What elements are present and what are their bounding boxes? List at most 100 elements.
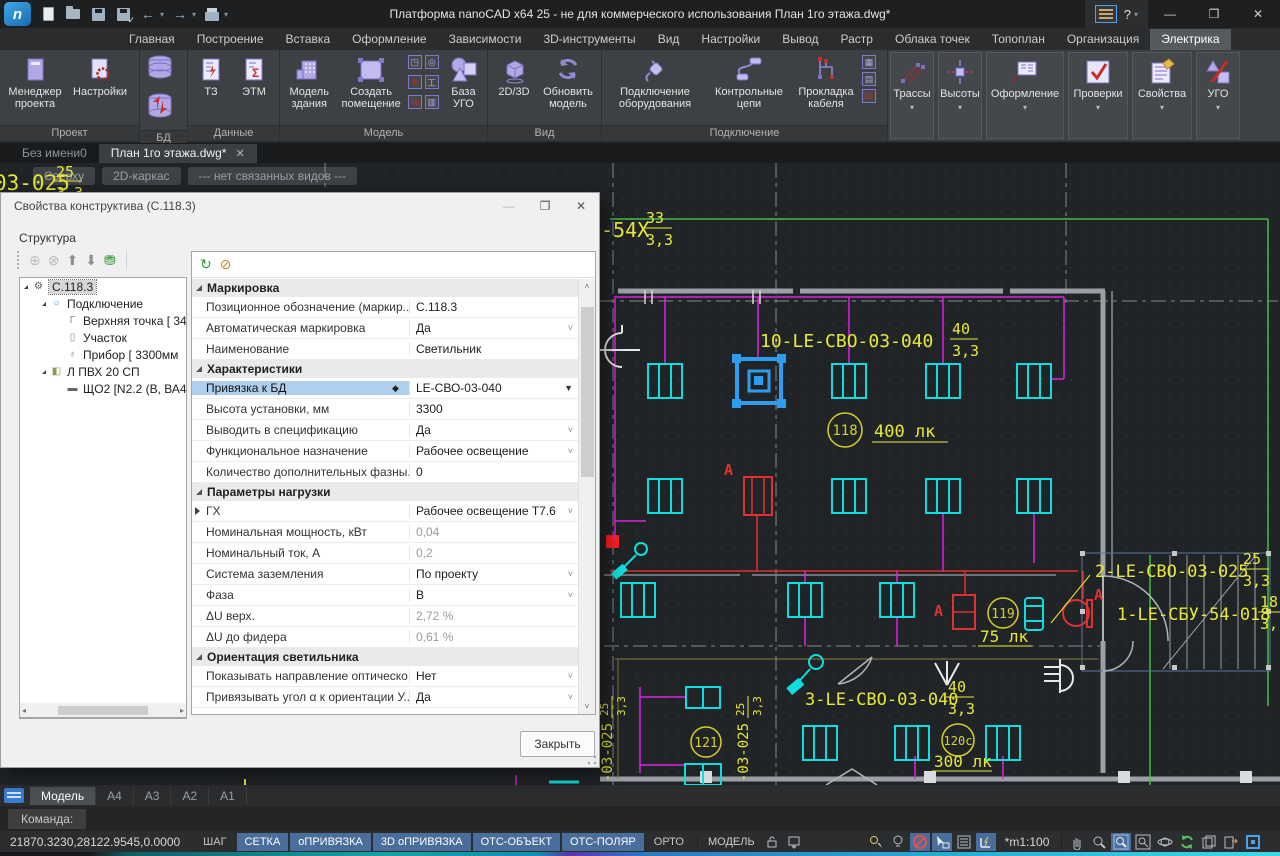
ribbon-tab-organizaciya[interactable]: Организация — [1056, 29, 1150, 50]
section-expander-icon[interactable] — [196, 654, 202, 660]
trassy-button[interactable]: Трассы ▾ — [890, 52, 934, 139]
command-line[interactable]: Команда: — [0, 806, 1280, 831]
close-dialog-button[interactable]: Закрыть — [520, 731, 595, 757]
bulb-icon[interactable] — [888, 833, 908, 851]
tree-item-cable-channel[interactable]: ◧ Л ПВХ 20 СП — [20, 363, 186, 380]
pan-hand-icon[interactable] — [1067, 833, 1087, 851]
linked-views-button[interactable]: --- нет связанных видов --- — [188, 167, 358, 185]
2d3d-button[interactable]: 2D/3D — [490, 51, 538, 124]
doc-tab-plan[interactable]: План 1го этажа.dwg* ✕ — [99, 144, 257, 163]
grid-vertical-scrollbar[interactable]: ˄ ˅ — [578, 279, 595, 714]
model-tool-cross-icon[interactable]: ✛ — [408, 75, 422, 89]
dropdown-caret-icon[interactable]: ˅ — [568, 569, 573, 579]
maximize-button[interactable]: ❒ — [1192, 0, 1236, 28]
ribbon-tab-glavnaya[interactable]: Главная — [118, 29, 186, 50]
command-prompt[interactable]: Команда: — [8, 809, 86, 829]
annotation-scale-button[interactable]: *m1:100 — [997, 835, 1058, 849]
regen-icon[interactable] — [1177, 833, 1197, 851]
sheets-icon[interactable] — [1199, 833, 1219, 851]
model-tool-ibeam-icon[interactable]: 工 — [425, 75, 439, 89]
tree-item-construct[interactable]: ⚙ С.118.3 — [20, 278, 186, 295]
toggle-polar[interactable]: ОТС-ПОЛЯР — [562, 833, 644, 851]
model-tool-chart-icon[interactable]: ▥ — [425, 95, 439, 109]
dropdown-caret-icon[interactable]: ˅ — [568, 323, 573, 333]
layout-tab-a2[interactable]: А2 — [171, 787, 209, 805]
etm-button[interactable]: Σ ЭТМ — [232, 51, 276, 124]
section-expander-icon[interactable] — [196, 366, 202, 372]
ugo-button[interactable]: УГО ▾ — [1196, 52, 1240, 139]
model-space-button[interactable]: МОДЕЛЬ — [702, 836, 761, 848]
toggle-grid[interactable]: СЕТКА — [237, 833, 289, 851]
dropdown-caret-icon[interactable]: ˅ — [568, 590, 573, 600]
svoistva-button[interactable]: Свойства ▾ — [1132, 52, 1192, 139]
drawing-explorer-icon[interactable] — [1095, 5, 1117, 23]
project-settings-button[interactable]: Настройки — [68, 51, 132, 124]
redo-caret-icon[interactable]: ▾ — [192, 10, 196, 19]
scroll-up-icon[interactable]: ˄ — [579, 279, 595, 294]
expander-icon[interactable] — [42, 370, 46, 374]
tz-button[interactable]: ТЗ — [190, 51, 232, 124]
connection-tool-grid-icon[interactable]: ▦ — [862, 55, 876, 69]
save-all-icon[interactable]: ✓ — [114, 5, 132, 23]
scrollbar-thumb[interactable] — [581, 307, 594, 477]
building-model-button[interactable]: Модель здания — [282, 51, 336, 124]
dialog-close-icon[interactable]: ✕ — [563, 193, 599, 219]
undo-icon[interactable]: ← — [139, 5, 157, 23]
proverki-button[interactable]: Проверки ▾ — [1068, 52, 1128, 139]
add-icon[interactable]: ⊕ — [29, 253, 41, 267]
toggle-ortho[interactable]: ОРТО — [646, 833, 692, 851]
ribbon-tab-vid[interactable]: Вид — [647, 29, 691, 50]
toggle-3dosnap[interactable]: 3D оПРИВЯЗКА — [373, 833, 471, 851]
scrollbar-thumb[interactable] — [58, 706, 148, 715]
qat-overflow-icon[interactable]: ▾ — [224, 10, 228, 19]
section-expander-icon[interactable] — [196, 285, 202, 291]
project-manager-button[interactable]: Менеджер проекта — [2, 51, 68, 124]
help-button[interactable]: ? — [1124, 7, 1131, 22]
dialog-title-bar[interactable]: Свойства конструктива (С.118.3) — ❒ ✕ — [1, 193, 599, 219]
layout-tab-a1[interactable]: А1 — [209, 787, 247, 805]
selection-list-icon[interactable] — [954, 833, 974, 851]
update-model-button[interactable]: Обновить модель — [538, 51, 598, 124]
toggle-osnap[interactable]: оПРИВЯЗКА — [290, 833, 371, 851]
create-room-button[interactable]: Создать помещение — [336, 51, 405, 124]
tree-horizontal-scrollbar[interactable]: ◂ ▸ — [19, 703, 187, 718]
undo-caret-icon[interactable]: ▾ — [160, 10, 164, 19]
dropdown-caret-icon[interactable]: ˅ — [568, 446, 573, 456]
ribbon-tab-topoplan[interactable]: Топоплан — [981, 29, 1056, 50]
section-expander-icon[interactable] — [196, 489, 202, 495]
ribbon-tab-vstavka[interactable]: Вставка — [275, 29, 342, 50]
ribbon-tab-elektrika[interactable]: Электрика — [1150, 29, 1230, 50]
tree-item-device-point[interactable]: ♁ Прибор [ 3300мм — [20, 346, 186, 363]
section-characteristics[interactable]: Характеристики — [192, 360, 579, 378]
dropdown-caret-icon[interactable]: ˅ — [568, 671, 573, 681]
ribbon-tab-rastr[interactable]: Растр — [830, 29, 884, 50]
layout-tab-a3[interactable]: А3 — [134, 787, 172, 805]
toggle-otrack[interactable]: ОТС-ОБЪЕКТ — [473, 833, 560, 851]
connection-tool-wires-icon[interactable]: Ш — [862, 89, 876, 103]
selection-grips[interactable] — [732, 354, 786, 408]
database-button[interactable] — [144, 53, 183, 88]
export-sheet-icon[interactable] — [1221, 833, 1241, 851]
save-icon[interactable] — [89, 5, 107, 23]
move-up-icon[interactable]: ⬆ — [66, 253, 78, 267]
dropdown-caret-icon[interactable]: ˅ — [568, 692, 573, 702]
tree-item-segment[interactable]: ▯ Участок — [20, 329, 186, 346]
expander-icon[interactable] — [24, 285, 28, 289]
open-file-icon[interactable] — [64, 5, 82, 23]
tree-item-connection[interactable]: ○ Подключение — [20, 295, 186, 312]
dropdown-caret-icon[interactable]: ˅ — [568, 506, 573, 516]
dropdown-caret-icon[interactable]: ▼ — [564, 383, 573, 393]
ribbon-tab-oformlenie[interactable]: Оформление — [341, 29, 437, 50]
vysoty-button[interactable]: Высоты ▾ — [938, 52, 982, 139]
ribbon-tab-nastroyki[interactable]: Настройки — [690, 29, 771, 50]
move-down-icon[interactable]: ⬇ — [85, 253, 97, 267]
minimize-button[interactable]: — — [1148, 0, 1192, 28]
row-expander-icon[interactable] — [195, 507, 200, 515]
connect-equipment-button[interactable]: Подключение оборудования — [604, 51, 706, 124]
orbit-icon[interactable] — [1155, 833, 1175, 851]
scroll-down-icon[interactable]: ˅ — [579, 699, 595, 714]
ribbon-tab-3d[interactable]: 3D-инструменты — [532, 29, 646, 50]
viewport-frame-icon[interactable] — [1243, 833, 1263, 851]
select-similar-icon[interactable] — [932, 833, 952, 851]
expander-icon[interactable] — [42, 302, 46, 306]
